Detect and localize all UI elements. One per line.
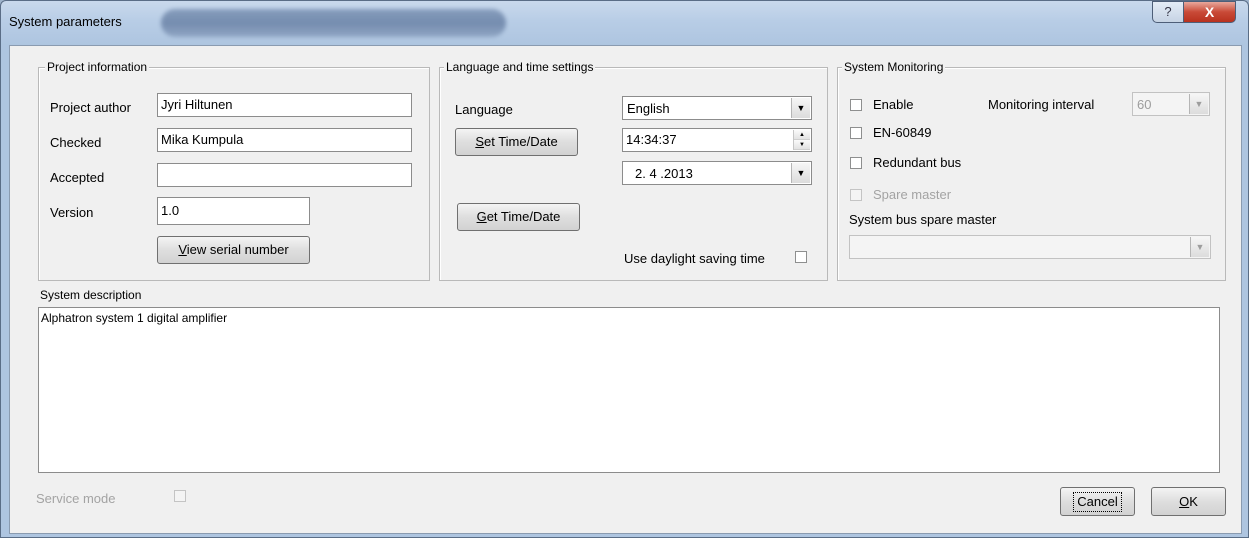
system-monitoring-legend: System Monitoring: [842, 60, 946, 74]
window-title: System parameters: [9, 14, 122, 29]
monitoring-interval-select[interactable]: 60 ▼: [1132, 92, 1210, 116]
accepted-field[interactable]: [157, 163, 412, 187]
en-60849-checkbox[interactable]: [850, 127, 862, 139]
time-field[interactable]: 14:34:37 ▲ ▼: [622, 128, 812, 152]
chevron-down-icon[interactable]: ▼: [1189, 94, 1208, 114]
spare-master-label: Spare master: [873, 187, 952, 202]
blurred-title-region: [161, 9, 506, 37]
get-time-date-button[interactable]: Get Time/Date: [457, 203, 580, 231]
date-value: 2. 4 .2013: [635, 166, 693, 181]
service-mode-label: Service mode: [36, 491, 116, 506]
language-value: English: [627, 101, 670, 116]
language-time-legend: Language and time settings: [444, 60, 596, 74]
system-parameters-window: System parameters ? X Project informatio…: [0, 0, 1249, 538]
time-spinner[interactable]: ▲ ▼: [793, 130, 810, 150]
project-author-label: Project author: [50, 100, 131, 115]
close-icon: X: [1204, 4, 1215, 20]
language-label: Language: [455, 102, 513, 117]
calendar-dropdown-icon[interactable]: ▼: [791, 163, 810, 183]
service-mode-checkbox[interactable]: [174, 490, 186, 502]
accepted-label: Accepted: [50, 170, 105, 185]
en-60849-label: EN-60849: [873, 125, 932, 140]
project-author-field[interactable]: Jyri Hiltunen: [157, 93, 412, 117]
spare-master-checkbox[interactable]: [850, 189, 862, 201]
help-button[interactable]: ?: [1152, 1, 1184, 23]
daylight-saving-label: Use daylight saving time: [624, 251, 765, 266]
checked-label: Checked: [50, 135, 102, 150]
enable-checkbox[interactable]: [850, 99, 862, 111]
daylight-saving-checkbox[interactable]: [795, 251, 807, 263]
time-value: 14:34:37: [626, 132, 677, 147]
title-bar[interactable]: System parameters ? X: [1, 1, 1248, 45]
chevron-down-icon[interactable]: ▼: [1190, 237, 1209, 257]
system-bus-spare-master-label: System bus spare master: [849, 212, 997, 227]
monitoring-interval-value: 60: [1137, 97, 1152, 112]
dialog-client-area: Project information Project author Jyri …: [9, 45, 1242, 534]
spin-up-icon[interactable]: ▲: [794, 130, 810, 140]
version-field[interactable]: 1.0: [157, 197, 310, 225]
project-information-legend: Project information: [45, 60, 150, 74]
system-description-textarea[interactable]: Alphatron system 1 digital amplifier: [38, 307, 1220, 473]
view-serial-number-button[interactable]: View serial number: [157, 236, 310, 264]
cancel-button[interactable]: Cancel: [1060, 487, 1135, 516]
ok-button[interactable]: OK: [1151, 487, 1226, 516]
monitoring-interval-label: Monitoring interval: [988, 97, 1095, 112]
set-time-date-button[interactable]: Set Time/Date: [455, 128, 578, 156]
date-picker[interactable]: 2. 4 .2013 ▼: [622, 161, 812, 185]
version-label: Version: [50, 205, 94, 220]
language-select[interactable]: English ▼: [622, 96, 812, 120]
close-button[interactable]: X: [1183, 1, 1236, 23]
redundant-bus-label: Redundant bus: [873, 155, 962, 170]
system-bus-spare-master-select[interactable]: ▼: [849, 235, 1211, 259]
system-description-label: System description: [40, 288, 142, 302]
redundant-bus-checkbox[interactable]: [850, 157, 862, 169]
chevron-down-icon[interactable]: ▼: [791, 98, 810, 118]
enable-label: Enable: [873, 97, 914, 112]
checked-field[interactable]: Mika Kumpula: [157, 128, 412, 152]
help-icon: ?: [1164, 4, 1172, 19]
spin-down-icon[interactable]: ▼: [794, 140, 810, 150]
